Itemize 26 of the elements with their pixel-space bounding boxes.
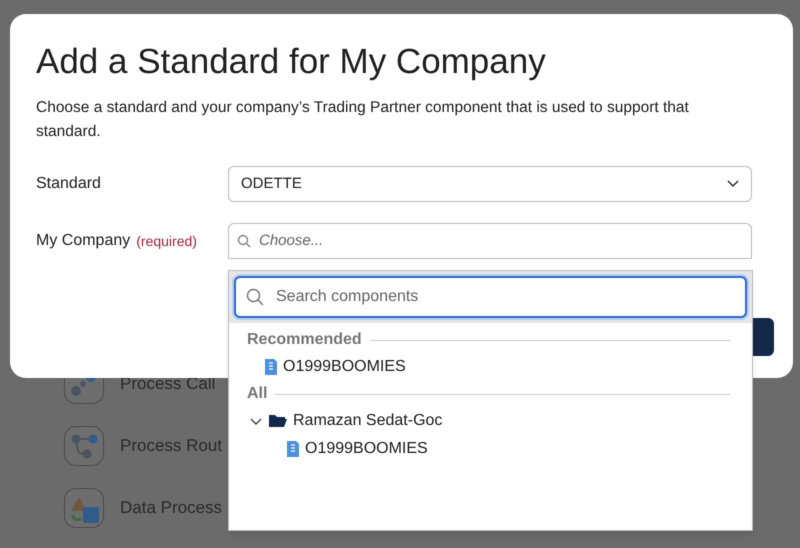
field-label: Standard xyxy=(36,174,101,194)
palette-label: Data Process xyxy=(120,497,222,520)
folder-item[interactable]: Ramazan Sedat-Goc xyxy=(247,407,734,435)
document-icon xyxy=(265,359,277,375)
palette-label: Process Rout xyxy=(120,435,222,458)
palette-tile[interactable] xyxy=(64,488,104,528)
group-heading: Recommended xyxy=(247,330,362,350)
component-item[interactable]: O1999BOOMIES xyxy=(247,353,734,381)
item-label: O1999BOOMIES xyxy=(305,439,428,459)
item-label: Ramazan Sedat-Goc xyxy=(293,411,442,431)
company-combobox[interactable]: Choose... xyxy=(228,223,752,259)
dialog-title: Add a Standard for My Company xyxy=(36,41,547,83)
search-icon xyxy=(237,234,251,248)
required-note: (required) xyxy=(136,232,197,251)
group-heading: All xyxy=(247,384,268,404)
field-label: My Company xyxy=(36,231,130,251)
search-field[interactable]: Search components xyxy=(234,276,747,318)
search-icon xyxy=(246,288,264,306)
standard-select[interactable]: ODETTE xyxy=(228,166,752,202)
component-item[interactable]: O1999BOOMIES xyxy=(247,435,734,463)
chevron-down-icon xyxy=(727,180,739,188)
dialog-description: Choose a standard and your company’s Trading Partner component that is used to support that standard. xyxy=(36,98,690,142)
document-icon xyxy=(287,441,299,457)
folder-icon xyxy=(269,414,287,428)
palette-tile[interactable] xyxy=(64,426,104,466)
item-label: O1999BOOMIES xyxy=(283,357,406,377)
